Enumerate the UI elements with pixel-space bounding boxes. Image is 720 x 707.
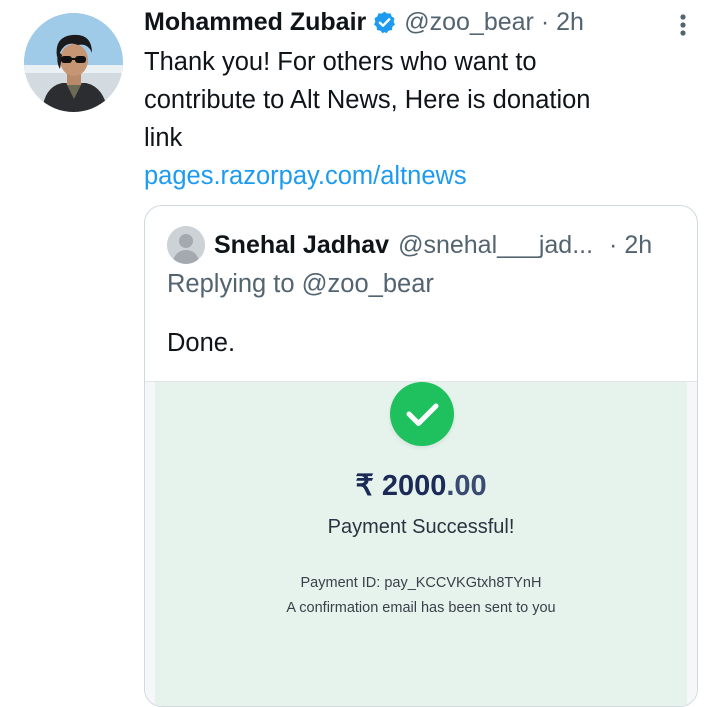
author-handle[interactable]: @zoo_bear · 2h bbox=[404, 8, 584, 37]
payment-status: Payment Successful! bbox=[327, 516, 515, 538]
more-options-icon[interactable] bbox=[668, 10, 698, 40]
author-handle-text[interactable]: @zoo_bear bbox=[404, 8, 534, 36]
confirmation-message: A confirmation email has been sent to yo… bbox=[286, 600, 556, 616]
author-avatar[interactable] bbox=[24, 13, 123, 112]
author-name[interactable]: Mohammed Zubair bbox=[144, 8, 366, 37]
payment-id: Payment ID: pay_KCCVKGtxh8TYnH bbox=[300, 575, 542, 591]
quoted-tweet[interactable]: Snehal Jadhav @snehal___jad... · 2h Repl… bbox=[144, 205, 698, 707]
replying-to[interactable]: Replying to @zoo_bear bbox=[167, 270, 434, 299]
tweet-header: Mohammed Zubair @zoo_bear · 2h bbox=[144, 4, 584, 40]
amount-whole: 2000 bbox=[381, 470, 447, 502]
tweet-time[interactable]: 2h bbox=[556, 8, 584, 36]
quoted-tweet-time[interactable]: · 2h bbox=[609, 231, 652, 260]
quoted-tweet-header: Snehal Jadhav @snehal___jad... · 2h bbox=[167, 226, 687, 264]
quoted-author-name[interactable]: Snehal Jadhav bbox=[214, 231, 389, 260]
quoted-tweet-text: Done. bbox=[167, 329, 236, 357]
quoted-author-avatar[interactable] bbox=[167, 226, 205, 264]
default-avatar-icon bbox=[167, 226, 205, 264]
payment-amount: ₹ 2000.00 bbox=[155, 468, 687, 503]
quoted-tweet-time-text[interactable]: 2h bbox=[624, 231, 652, 259]
quoted-author-handle[interactable]: @snehal___jad... bbox=[398, 231, 593, 260]
verified-badge-icon bbox=[372, 10, 397, 35]
amount-decimal: .00 bbox=[446, 470, 487, 502]
tweet-text: Thank you! For others who want to contri… bbox=[144, 48, 591, 152]
success-check-icon bbox=[390, 382, 454, 446]
currency-symbol: ₹ bbox=[355, 470, 374, 502]
donation-link[interactable]: pages.razorpay.com/altnews bbox=[144, 157, 467, 195]
payment-receipt-image: ₹ 2000.00 Payment Successful! Payment ID… bbox=[155, 382, 687, 706]
author-avatar-image bbox=[24, 13, 123, 112]
quoted-tweet-media[interactable]: ₹ 2000.00 Payment Successful! Payment ID… bbox=[145, 381, 697, 706]
